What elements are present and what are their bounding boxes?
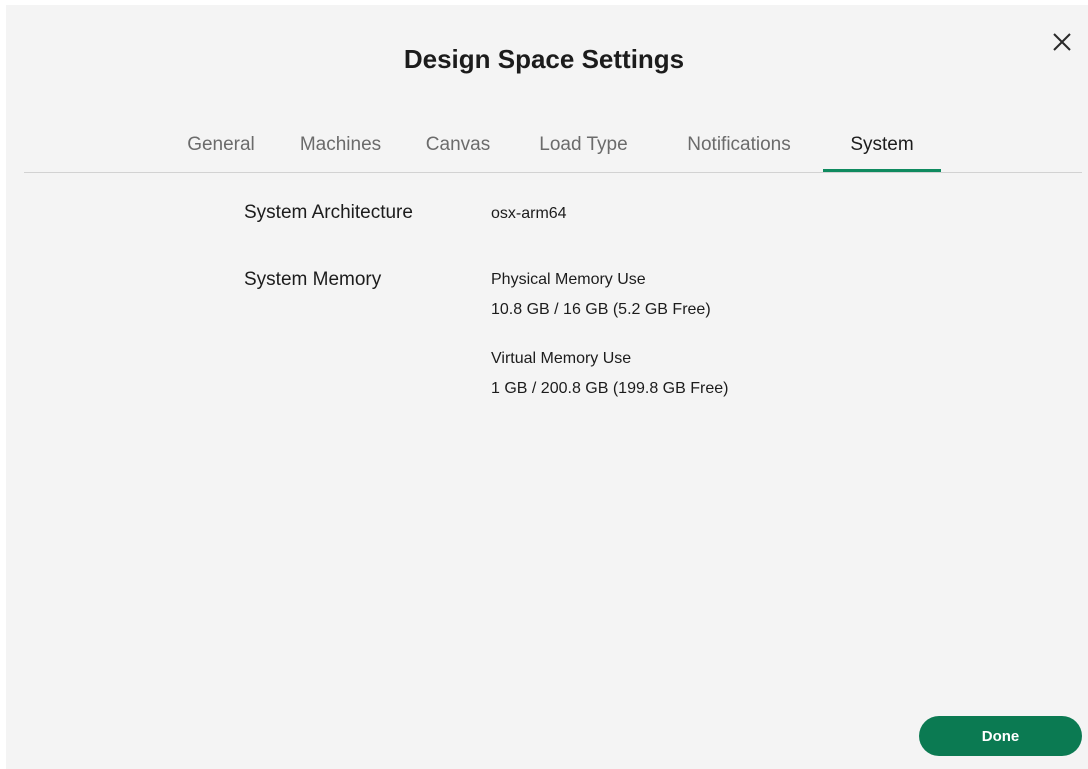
system-architecture-value: osx-arm64 xyxy=(491,205,567,222)
settings-tabs: General Machines Canvas Load Type Notifi… xyxy=(0,130,1088,173)
dialog-title: Design Space Settings xyxy=(403,44,685,74)
tab-notifications[interactable]: Notifications xyxy=(672,130,806,172)
tab-general[interactable]: General xyxy=(176,130,266,172)
tab-canvas[interactable]: Canvas xyxy=(416,130,500,172)
tab-machines[interactable]: Machines xyxy=(288,130,393,172)
tab-system[interactable]: System xyxy=(823,130,941,172)
physical-memory-title: Physical Memory Use xyxy=(491,271,646,288)
tab-load-type[interactable]: Load Type xyxy=(528,130,639,172)
virtual-memory-value: 1 GB / 200.8 GB (199.8 GB Free) xyxy=(491,380,729,397)
physical-memory-value: 10.8 GB / 16 GB (5.2 GB Free) xyxy=(491,301,711,318)
tabs-divider xyxy=(24,172,1082,173)
close-icon xyxy=(1053,33,1071,51)
virtual-memory-title: Virtual Memory Use xyxy=(491,350,632,367)
system-memory-label: System Memory xyxy=(244,269,382,290)
close-button[interactable] xyxy=(1048,28,1076,56)
system-architecture-label: System Architecture xyxy=(244,202,413,223)
done-button[interactable]: Done xyxy=(919,716,1082,756)
